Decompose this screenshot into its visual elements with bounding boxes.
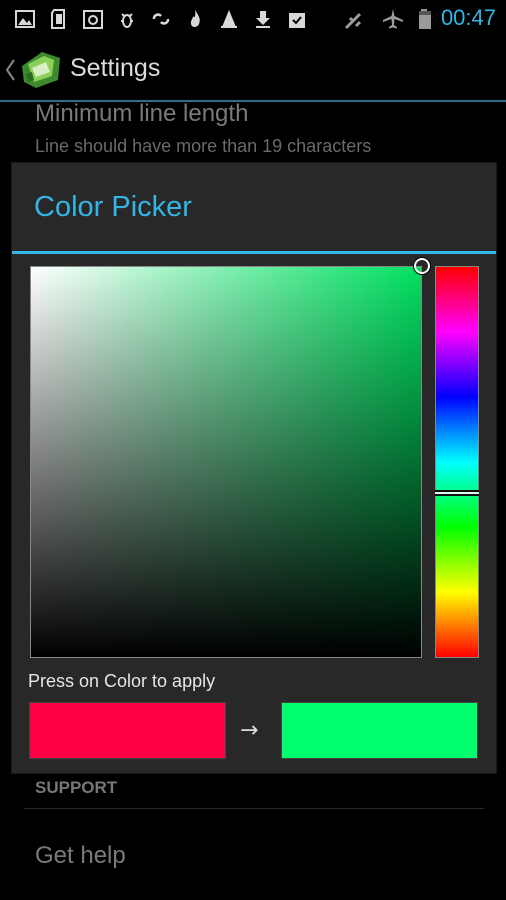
pref-min-line-length-summary: Line should have more than 19 characters: [35, 136, 372, 156]
hue-slider[interactable]: [435, 266, 479, 658]
bug-icon: [116, 8, 138, 30]
app-logo-icon[interactable]: [18, 46, 64, 92]
clock-time: 00:47: [440, 5, 496, 30]
no-signal-icon: [342, 8, 364, 30]
dialog-title: Color Picker: [34, 191, 192, 223]
old-color-swatch[interactable]: [29, 702, 226, 759]
pref-min-line-length-title[interactable]: Minimum line length: [35, 100, 248, 128]
saturation-value-square[interactable]: [30, 266, 422, 658]
battery-icon: [414, 8, 436, 30]
section-header-support: SUPPORT: [35, 778, 118, 797]
airplane-icon: [382, 8, 404, 30]
sync-icon: [82, 8, 104, 30]
apply-hint-label: Press on Color to apply: [28, 671, 216, 691]
dialog-title-divider: [12, 251, 496, 254]
download-icon: [252, 8, 274, 30]
cone-icon: [218, 8, 240, 30]
link-icon: [150, 8, 172, 30]
page-title: Settings: [70, 54, 161, 82]
chevron-left-icon[interactable]: [4, 56, 16, 84]
pref-get-help[interactable]: Get help: [35, 842, 126, 870]
action-bar: Settings: [0, 38, 506, 102]
new-color-swatch[interactable]: [281, 702, 478, 759]
sv-cursor[interactable]: [414, 258, 430, 274]
color-picker-dialog: Color Picker Press on Color to apply →: [12, 163, 496, 773]
section-divider: [24, 808, 484, 809]
hue-slider-handle[interactable]: [435, 490, 479, 497]
flame-icon: [184, 8, 206, 30]
sd-card-icon: [48, 8, 70, 30]
clipboard-check-icon: [286, 8, 308, 30]
arrow-icon: →: [240, 718, 259, 743]
image-icon: [14, 8, 36, 30]
status-bar: 00:47: [0, 0, 506, 38]
sv-black-gradient: [31, 267, 421, 657]
